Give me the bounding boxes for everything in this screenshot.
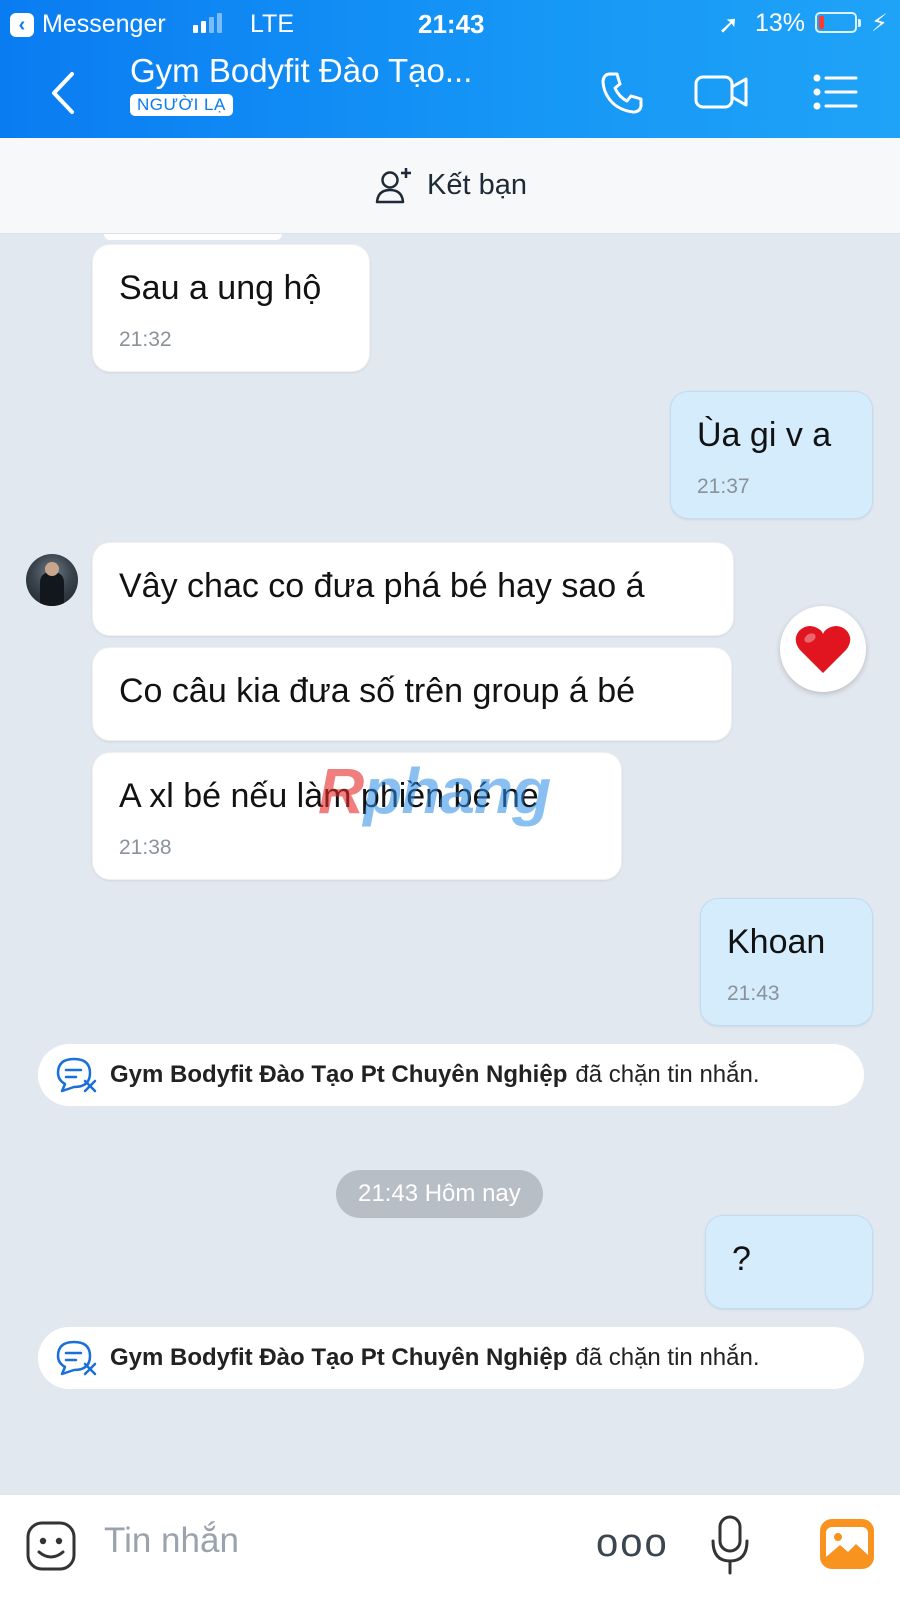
signal-icon [193, 13, 222, 33]
back-app-icon: ‹ [10, 12, 34, 37]
carrier-label: LTE [250, 10, 294, 38]
status-bar: ‹ Messenger LTE 21:43 ➚ 13% ⚡ [0, 0, 900, 46]
time-divider: 21:43 Hôm nay [336, 1170, 543, 1218]
add-friend-label: Kết bạn [427, 169, 527, 201]
message-text: Ùa gi v a [697, 416, 832, 454]
location-icon: ➚ [718, 11, 739, 39]
heart-icon [795, 625, 851, 673]
avatar[interactable] [26, 554, 78, 606]
image-gallery-icon [820, 1519, 874, 1569]
message-time: 21:38 [119, 836, 172, 859]
gallery-button[interactable] [818, 1517, 876, 1571]
battery-icon [815, 12, 861, 33]
emoji-icon [26, 1521, 76, 1571]
watermark: Rphang [318, 755, 551, 827]
battery-percent: 13% [755, 9, 806, 37]
status-time: 21:43 [418, 9, 485, 39]
menu-button[interactable] [812, 66, 858, 118]
blocked-message-icon [56, 1057, 97, 1093]
blocked-notice: Gym Bodyfit Đào Tạo Pt Chuyên Nghiệp đã … [38, 1327, 864, 1389]
composer: Tin nhắn ooo [0, 1494, 900, 1600]
back-to-app[interactable]: ‹ Messenger [10, 10, 166, 39]
video-call-button[interactable] [692, 66, 752, 118]
message-bubble-incoming[interactable]: Co câu kia đưa số trên group á bé [92, 647, 732, 741]
conversation-title: Gym Bodyfit Đào Tạo... [130, 52, 473, 89]
charging-icon: ⚡ [871, 10, 888, 37]
sticker-button[interactable] [24, 1519, 78, 1573]
voice-button[interactable] [708, 1513, 752, 1577]
back-app-label: Messenger [42, 10, 166, 38]
message-text: Sau a ung hộ [119, 269, 322, 307]
blocked-text: đã chặn tin nhắn. [575, 1344, 760, 1371]
message-input[interactable]: Tin nhắn [104, 1521, 239, 1561]
more-options-button[interactable]: ooo [596, 1521, 669, 1566]
list-menu-icon [813, 74, 858, 110]
conversation-title-area[interactable]: Gym Bodyfit Đào Tạo... NGƯỜI LẠ [130, 52, 570, 116]
blocked-message-icon [56, 1340, 97, 1376]
phone-icon [601, 72, 643, 114]
blocker-name: Gym Bodyfit Đào Tạo Pt Chuyên Nghiệp [110, 1344, 568, 1371]
add-friend-button[interactable]: Kết bạn [0, 138, 900, 234]
message-list[interactable]: Sau a ung hộ 21:32 Ùa gi v a 21:37 Vây c… [0, 234, 900, 1494]
heart-reaction[interactable] [780, 606, 866, 692]
add-friend-icon [375, 167, 411, 203]
message-bubble-outgoing[interactable]: Khoan 21:43 [700, 898, 873, 1026]
video-camera-icon [694, 75, 748, 109]
back-button[interactable] [44, 68, 84, 118]
message-time: 21:37 [697, 475, 750, 498]
blocked-text: đã chặn tin nhắn. [575, 1061, 760, 1088]
call-button[interactable] [596, 66, 648, 118]
message-bubble-incoming[interactable]: Vây chac co đưa phá bé hay sao á [92, 542, 734, 636]
microphone-icon [711, 1515, 749, 1575]
message-time: 21:32 [119, 328, 172, 351]
blocked-notice: Gym Bodyfit Đào Tạo Pt Chuyên Nghiệp đã … [38, 1044, 864, 1106]
stranger-badge: NGƯỜI LẠ [130, 94, 233, 116]
message-bubble-incoming[interactable]: Sau a ung hộ 21:32 [92, 244, 370, 372]
app-header: ‹ Messenger LTE 21:43 ➚ 13% ⚡ Gym Bodyfi… [0, 0, 900, 138]
message-text: Khoan [727, 923, 826, 961]
previous-message-edge [104, 234, 282, 240]
message-bubble-outgoing[interactable]: Ùa gi v a 21:37 [670, 391, 873, 519]
message-text: ? [732, 1240, 751, 1278]
blocker-name: Gym Bodyfit Đào Tạo Pt Chuyên Nghiệp [110, 1061, 568, 1088]
message-time: 21:43 [727, 982, 780, 1005]
message-text: Co câu kia đưa số trên group á bé [119, 672, 636, 710]
message-bubble-outgoing[interactable]: ? [705, 1215, 873, 1309]
message-text: Vây chac co đưa phá bé hay sao á [119, 567, 645, 605]
chevron-left-icon [52, 72, 74, 114]
